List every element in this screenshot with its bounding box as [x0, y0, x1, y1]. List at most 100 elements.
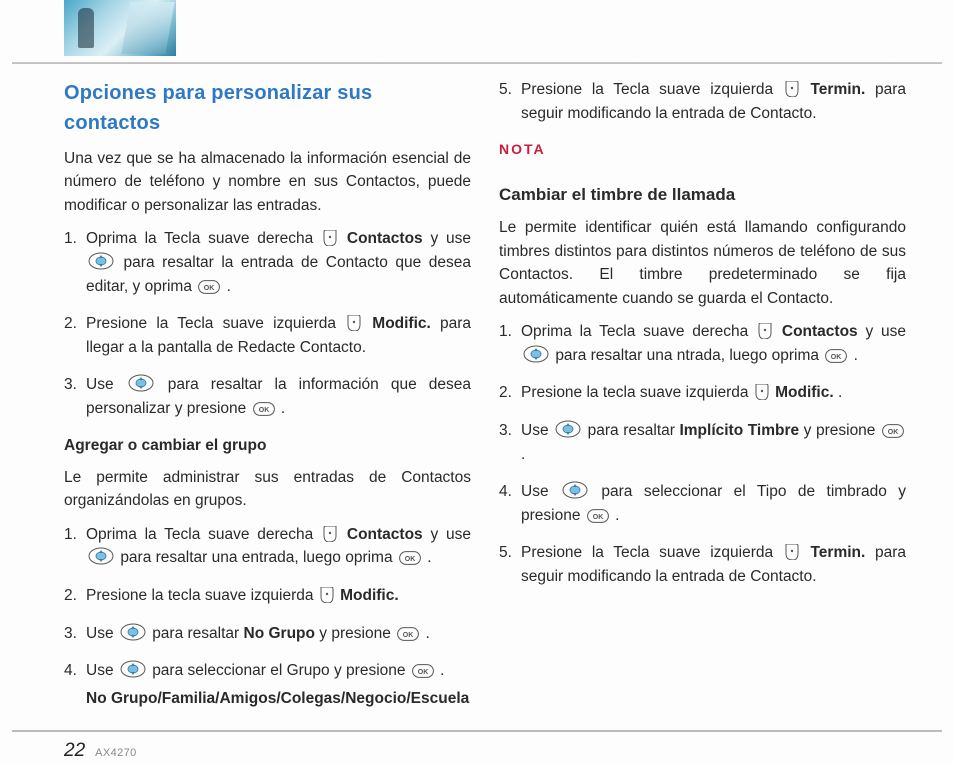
text: y presione: [804, 422, 880, 439]
bold-text: Modific.: [340, 587, 399, 604]
step-5: Presione la Tecla suave izquierda Termin…: [499, 78, 906, 125]
body-content: Opciones para personalizar sus contactos…: [0, 64, 954, 730]
text: y presione: [319, 625, 395, 642]
bold-text: Modific.: [372, 315, 431, 332]
group-step-4: Use para seleccionar el Grupo y presione…: [64, 659, 471, 710]
ring-step-2: Presione la tecla suave izquierda Modifi…: [499, 381, 906, 405]
text: Use: [521, 422, 553, 439]
page-number: 22: [64, 740, 85, 762]
text: .: [615, 507, 619, 524]
bold-text: Termin.: [810, 81, 865, 98]
text: para resaltar: [588, 422, 680, 439]
subsection-body: Le permite administrar sus entradas de C…: [64, 466, 471, 513]
group-step-2: Presione la tecla suave izquierda Modifi…: [64, 584, 471, 608]
continued-steps: Presione la Tecla suave izquierda Termin…: [499, 78, 906, 125]
text: para resaltar: [152, 625, 243, 642]
text: .: [227, 278, 231, 295]
nav-key-icon: [128, 374, 154, 392]
group-step-3: Use para resaltar No Grupo y presione OK…: [64, 622, 471, 646]
text: para resaltar una ntrada, luego oprima: [555, 347, 823, 364]
softkey-right-icon: [323, 526, 337, 542]
bold-text: Implícito Timbre: [679, 422, 799, 439]
text: Presione la Tecla suave izquierda: [521, 544, 783, 561]
text: y use: [865, 323, 906, 340]
footer: 22 AX4270: [0, 730, 954, 782]
bold-text: Contactos: [347, 526, 423, 543]
bold-text: No Grupo: [244, 625, 315, 642]
ok-key-icon: OK: [882, 424, 904, 438]
softkey-left-icon: [347, 315, 361, 331]
ring-step-4: Use para seleccionar el Tipo de timbrado…: [499, 480, 906, 527]
text: .: [521, 446, 525, 463]
text: y use: [430, 526, 471, 543]
svg-text:OK: OK: [418, 669, 429, 676]
text: Presione la tecla suave izquierda: [86, 587, 318, 604]
svg-text:OK: OK: [888, 429, 899, 436]
subsection-head-ring: Cambiar el timbre de llamada: [499, 182, 906, 208]
bold-text: Termin.: [810, 544, 865, 561]
step-3: Use para resaltar la información que des…: [64, 373, 471, 420]
text: Use: [86, 376, 126, 393]
bold-text: Modific.: [775, 384, 834, 401]
nav-key-icon: [555, 420, 581, 438]
svg-text:OK: OK: [405, 556, 416, 563]
softkey-right-icon: [758, 323, 772, 339]
softkey-right-icon: [323, 230, 337, 246]
text: Presione la Tecla suave izquierda: [521, 81, 783, 98]
ok-key-icon: OK: [587, 509, 609, 523]
ok-key-icon: OK: [399, 551, 421, 565]
ok-key-icon: OK: [825, 349, 847, 363]
text: Use: [521, 483, 560, 500]
group-steps: Oprima la Tecla suave derecha Contactos …: [64, 523, 471, 710]
section-title: Opciones para personalizar sus contactos: [64, 78, 471, 139]
text: .: [281, 400, 285, 417]
svg-text:OK: OK: [204, 285, 215, 292]
text: .: [440, 662, 444, 679]
text: para resaltar la entrada de Contacto que…: [86, 254, 471, 295]
step-1: Oprima la Tecla suave derecha Contactos …: [64, 227, 471, 298]
ring-step-1: Oprima la Tecla suave derecha Contactos …: [499, 320, 906, 367]
nav-key-icon: [120, 623, 146, 641]
step-2: Presione la Tecla suave izquierda Modifi…: [64, 312, 471, 359]
svg-text:OK: OK: [403, 632, 414, 639]
subsection-head-group: Agregar o cambiar el grupo: [64, 434, 471, 458]
intro-paragraph: Una vez que se ha almacenado la informac…: [64, 147, 471, 218]
text: Oprima la Tecla suave derecha: [521, 323, 756, 340]
svg-text:OK: OK: [258, 407, 269, 414]
text: .: [425, 625, 429, 642]
text: Presione la tecla suave izquierda: [521, 384, 753, 401]
left-column: Opciones para personalizar sus contactos…: [64, 78, 471, 724]
ring-steps: Oprima la Tecla suave derecha Contactos …: [499, 320, 906, 588]
subsection-body-ring: Le permite identificar quién está llaman…: [499, 216, 906, 310]
ok-key-icon: OK: [253, 402, 275, 416]
ok-key-icon: OK: [198, 280, 220, 294]
ring-step-3: Use para resaltar Implícito Timbre y pre…: [499, 419, 906, 466]
nota-heading: NOTA: [499, 139, 906, 160]
ok-key-icon: OK: [412, 664, 434, 678]
softkey-left-icon: [320, 587, 334, 603]
text: y use: [430, 230, 471, 247]
nav-key-icon: [523, 345, 549, 363]
text: para seleccionar el Grupo y presione: [152, 662, 410, 679]
text: .: [838, 384, 842, 401]
bold-text: Contactos: [347, 230, 423, 247]
nav-key-icon: [88, 252, 114, 270]
nav-key-icon: [88, 547, 114, 565]
bottom-divider: [12, 730, 942, 732]
softkey-left-icon: [755, 384, 769, 400]
ok-key-icon: OK: [397, 627, 419, 641]
primary-steps: Oprima la Tecla suave derecha Contactos …: [64, 227, 471, 420]
right-column: Presione la Tecla suave izquierda Termin…: [499, 78, 906, 724]
text: Presione la Tecla suave izquierda: [86, 315, 345, 332]
group-step-1: Oprima la Tecla suave derecha Contactos …: [64, 523, 471, 570]
model-number: AX4270: [95, 747, 137, 759]
nav-key-icon: [120, 660, 146, 678]
text: .: [854, 347, 858, 364]
softkey-left-icon: [785, 81, 799, 97]
text: Use: [86, 625, 118, 642]
text: Use: [86, 662, 118, 679]
nav-key-icon: [562, 481, 588, 499]
header-image: [64, 0, 176, 56]
ring-step-5: Presione la Tecla suave izquierda Termin…: [499, 541, 906, 588]
text: para resaltar una entrada, luego oprima: [120, 549, 397, 566]
